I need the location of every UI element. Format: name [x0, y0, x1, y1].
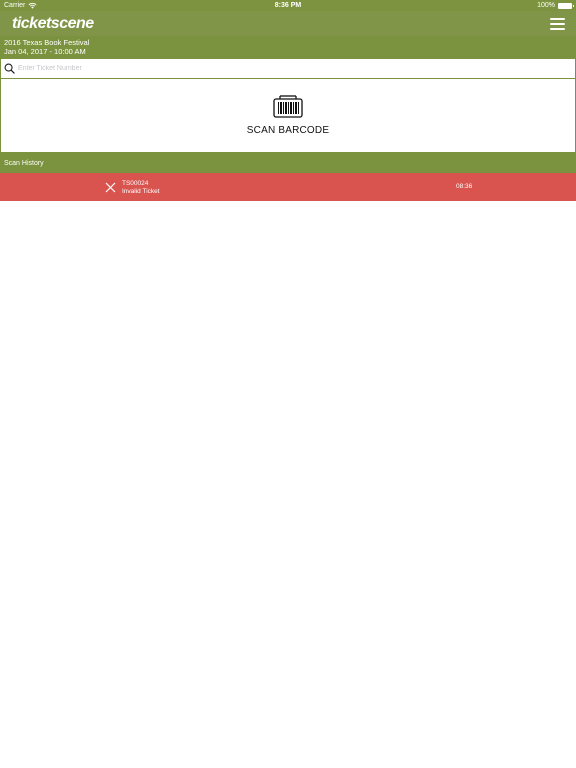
- battery-icon: [558, 2, 574, 9]
- status-time: 8:36 PM: [274, 2, 302, 9]
- event-date: Jan 04, 2017 - 10:00 AM: [4, 46, 86, 56]
- status-bar: Carrier 8:36 PM 100%: [0, 0, 576, 11]
- scan-history-header: Scan History: [0, 153, 576, 173]
- search-box[interactable]: [1, 59, 575, 78]
- event-name: 2016 Texas Book Festival: [4, 38, 90, 47]
- scan-time: 08:36: [456, 183, 473, 190]
- ticket-info: TS00024 Invalid Ticket: [122, 180, 160, 195]
- nav-bar: ticketscene: [0, 11, 576, 36]
- status-right: 100%: [537, 2, 574, 9]
- barcode-scanner-icon: [273, 95, 303, 118]
- ticketscene-logo: ticketscene: [12, 14, 94, 32]
- wifi-icon: [28, 2, 37, 9]
- status-left: Carrier: [4, 2, 37, 9]
- search-bar: [0, 58, 576, 79]
- menu-icon-line: [550, 27, 565, 30]
- ticket-number: TS00024: [122, 180, 149, 187]
- menu-icon-line: [550, 22, 565, 25]
- ticket-status: Invalid Ticket: [122, 187, 160, 195]
- search-icon: [4, 63, 15, 74]
- scan-barcode-button[interactable]: SCAN BARCODE: [0, 79, 576, 153]
- ticket-number-input[interactable]: [18, 65, 572, 72]
- menu-icon-line: [550, 17, 565, 20]
- carrier-label: Carrier: [4, 2, 26, 9]
- menu-icon[interactable]: [550, 17, 565, 30]
- history-item[interactable]: TS00024 Invalid Ticket 08:36: [0, 173, 576, 201]
- invalid-x-icon: [105, 182, 116, 193]
- event-info: 2016 Texas Book Festival Jan 04, 2017 - …: [0, 36, 576, 58]
- battery-percent: 100%: [537, 2, 555, 9]
- scan-barcode-label: SCAN BARCODE: [246, 125, 330, 136]
